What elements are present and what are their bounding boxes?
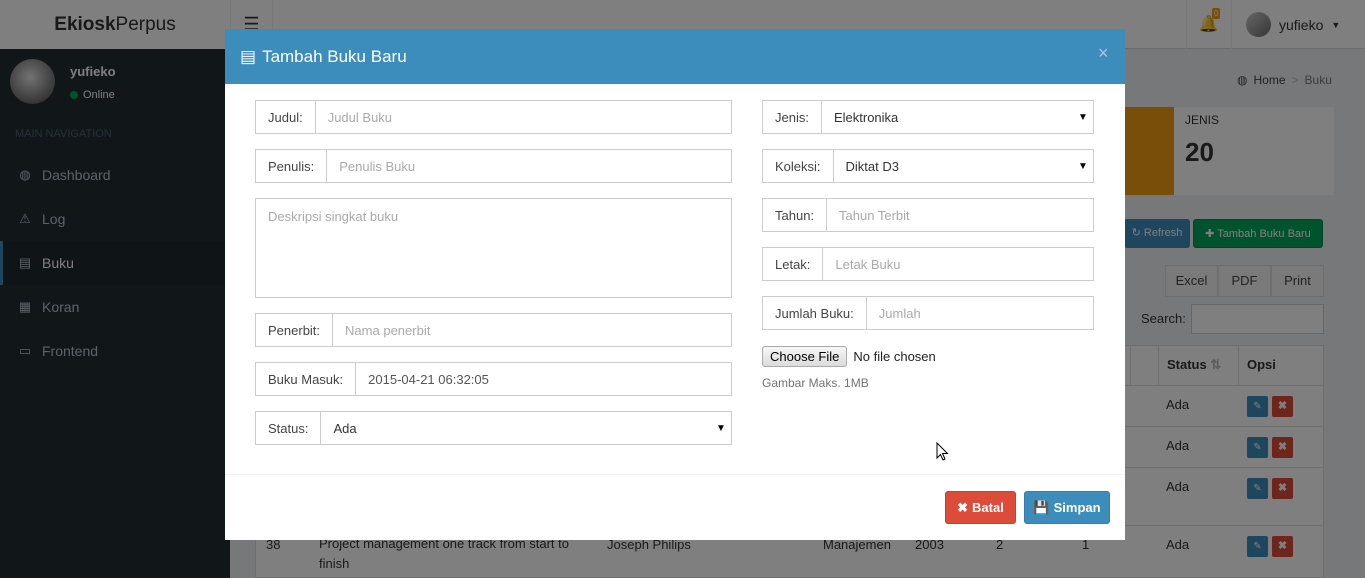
save-button[interactable]: 💾 Simpan (1024, 491, 1110, 524)
tahun-label: Tahun: (763, 199, 828, 231)
modal-header: ▤ Tambah Buku Baru (225, 29, 1125, 84)
jenis-group: Jenis: Elektronika ▼ (762, 100, 1094, 134)
status-group: Status: Ada ▼ (255, 411, 732, 445)
jumlah-group: Jumlah Buku: Jumlah (762, 296, 1094, 330)
status-select[interactable]: Ada (321, 412, 711, 444)
jenis-select[interactable]: Elektronika (822, 101, 1073, 133)
koleksi-select[interactable]: Diktat D3 (834, 150, 1073, 182)
close-icon: ✖ (957, 499, 969, 515)
deskripsi-textarea[interactable]: Deskripsi singkat buku (255, 198, 732, 298)
tahun-group: Tahun: Tahun Terbit (762, 198, 1094, 232)
file-help-text: Gambar Maks. 1MB (762, 376, 869, 390)
floppy-icon: 💾 (1033, 499, 1050, 515)
letak-input[interactable]: Letak Buku (823, 248, 1093, 280)
penulis-label: Penulis: (256, 150, 328, 182)
penulis-group: Penulis: Penulis Buku (255, 149, 732, 183)
penerbit-input[interactable]: Nama penerbit (333, 314, 731, 346)
buku-masuk-label: Buku Masuk: (256, 363, 357, 395)
cancel-button[interactable]: ✖ Batal (945, 491, 1016, 524)
mouse-cursor-icon (936, 442, 949, 461)
judul-label: Judul: (256, 101, 316, 133)
caret-down-icon: ▼ (716, 422, 726, 434)
file-status: No file chosen (853, 349, 936, 364)
buku-masuk-group: Buku Masuk: 2015-04-21 06:32:05 (255, 362, 732, 396)
jumlah-input[interactable]: Jumlah (867, 297, 1093, 329)
file-upload: Choose File No file chosen (762, 346, 936, 367)
modal-footer-divider (225, 474, 1125, 475)
penerbit-group: Penerbit: Nama penerbit (255, 313, 732, 347)
letak-group: Letak: Letak Buku (762, 247, 1094, 281)
judul-input[interactable]: Judul Buku (316, 101, 731, 133)
letak-label: Letak: (763, 248, 824, 280)
buku-masuk-input[interactable]: 2015-04-21 06:32:05 (356, 363, 731, 395)
book-icon: ▤ (240, 46, 257, 66)
tahun-input[interactable]: Tahun Terbit (827, 199, 1093, 231)
modal-close-button[interactable]: × (1098, 43, 1109, 64)
penulis-input[interactable]: Penulis Buku (327, 150, 731, 182)
choose-file-button[interactable]: Choose File (762, 346, 848, 367)
caret-down-icon: ▼ (1078, 111, 1088, 123)
jenis-label: Jenis: (763, 101, 822, 133)
judul-group: Judul: Judul Buku (255, 100, 732, 134)
jumlah-label: Jumlah Buku: (763, 297, 867, 329)
koleksi-group: Koleksi: Diktat D3 ▼ (762, 149, 1094, 183)
modal-title: Tambah Buku Baru (262, 46, 407, 66)
status-label: Status: (256, 412, 322, 444)
caret-down-icon: ▼ (1078, 160, 1088, 172)
penerbit-label: Penerbit: (256, 314, 334, 346)
koleksi-label: Koleksi: (763, 150, 834, 182)
